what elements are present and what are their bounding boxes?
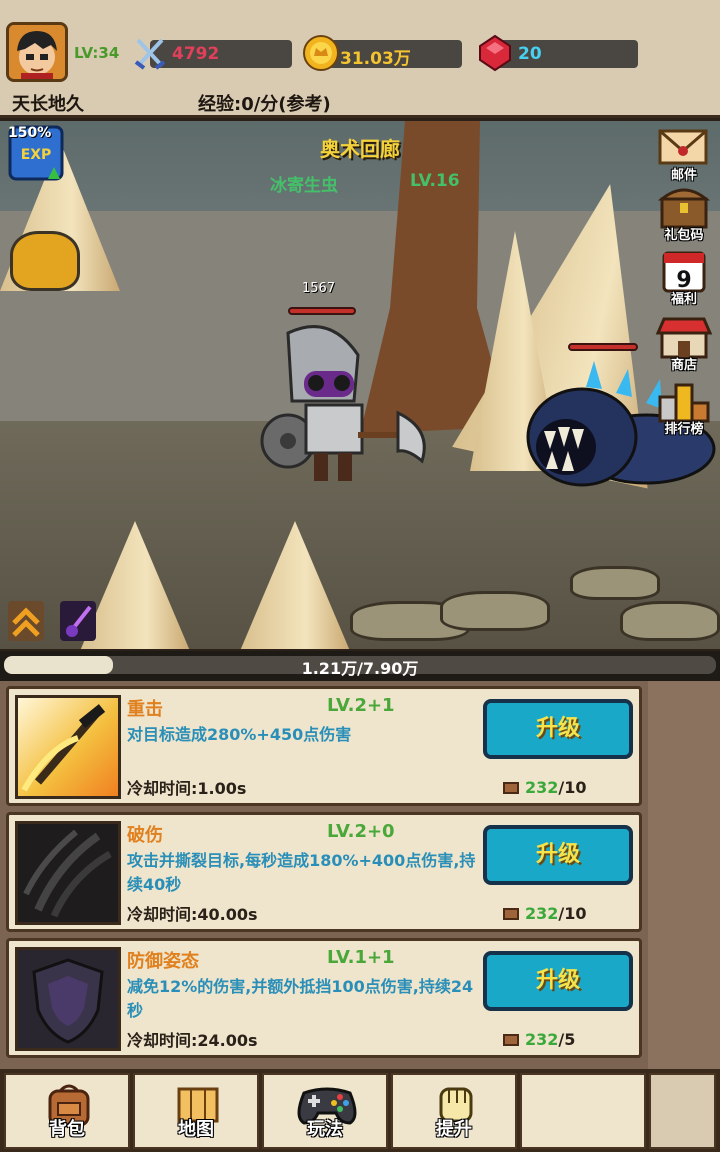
player-level: LV:34 xyxy=(74,44,120,62)
rank-chevron-icon[interactable] xyxy=(8,601,44,641)
svg-text:EXP: EXP xyxy=(21,147,52,163)
upgrade-button[interactable]: 升级 xyxy=(483,825,633,885)
claw-slash-icon xyxy=(23,829,112,918)
mail-icon xyxy=(658,129,708,165)
side-welfare-label: 福利 xyxy=(670,292,697,307)
skill-level: LV.2+0 xyxy=(327,821,395,842)
enemy-hp-bar xyxy=(568,343,638,351)
nav-upgrade-label: 提升 xyxy=(436,1119,472,1140)
skill-icon xyxy=(15,947,121,1051)
side-shop-label: 商店 xyxy=(670,358,697,373)
exp-boost-percent: 150% xyxy=(8,125,52,141)
cost-owned: 232 xyxy=(525,1030,559,1049)
skill-description: 对目标造成280%+450点伤害 xyxy=(127,725,352,744)
shield-icon xyxy=(32,958,104,1044)
side-leaderboard-label: 排行榜 xyxy=(664,422,704,437)
gift-chest-icon xyxy=(657,188,711,229)
skill-row-defensive-stance: 防御姿态 LV.1+1 减免12%的伤害,并额外抵挡100点伤害,持续24秒 冷… xyxy=(6,938,642,1058)
upgrade-cost: 232/10 xyxy=(503,778,587,797)
skill-name: 重击 xyxy=(127,699,163,720)
gold-value: 31.03万 xyxy=(340,49,411,69)
upgrade-cost: 232/10 xyxy=(503,904,587,923)
side-mail-label: 邮件 xyxy=(670,168,697,183)
calendar-icon: 9 xyxy=(662,251,706,293)
nav-empty-slot xyxy=(649,1073,716,1149)
skill-book-icon xyxy=(503,1034,519,1046)
rock xyxy=(620,601,720,641)
side-gift-code-label: 礼包码 xyxy=(664,228,704,243)
upgrade-button[interactable]: 升级 xyxy=(483,951,633,1011)
cost-owned: 232 xyxy=(525,904,559,923)
cost-required: /10 xyxy=(558,904,587,923)
upgrade-button[interactable]: 升级 xyxy=(483,699,633,759)
area-title: 奥术回廊 xyxy=(320,137,400,161)
treasure-barrel xyxy=(10,231,80,291)
rock xyxy=(570,566,660,600)
skill-description: 攻击并撕裂目标,每秒造成180%+400点伤害,持续40秒 xyxy=(127,851,476,894)
ruby-gem-icon[interactable] xyxy=(476,34,514,72)
stage-progress: 1.21万/7.90万 xyxy=(0,651,720,681)
skill-level: LV.1+1 xyxy=(327,947,395,968)
nav-upgrade-button[interactable]: 提升 xyxy=(391,1073,517,1149)
nav-gameplay-button[interactable]: 玩法 xyxy=(262,1073,388,1149)
shop-icon xyxy=(655,317,713,359)
skill-icon xyxy=(15,821,121,925)
exp-rate: 经验:0/分(参考) xyxy=(198,94,331,115)
skill-row-heavy-strike: 重击 LV.2+1 对目标造成280%+450点伤害 冷却时间:1.00s 升级… xyxy=(6,686,642,806)
player-hp-value: 1567 xyxy=(302,281,336,296)
enemy-name: 冰寄生虫 xyxy=(270,176,338,196)
skill-list-scroll-strip xyxy=(648,681,720,1069)
skill-name: 防御姿态 xyxy=(127,951,199,972)
skill-description: 减免12%的伤害,并额外抵挡100点伤害,持续24秒 xyxy=(127,977,474,1020)
rock xyxy=(440,591,550,631)
gold-coin-icon[interactable] xyxy=(302,34,340,72)
nav-backpack-label: 背包 xyxy=(49,1119,85,1140)
flaming-sword-icon xyxy=(21,704,106,792)
nav-map-label: 地图 xyxy=(178,1119,214,1140)
hero-portrait-icon xyxy=(9,25,65,79)
gem-value: 20 xyxy=(518,44,542,64)
nav-map-button[interactable]: 地图 xyxy=(133,1073,259,1149)
side-leaderboard-button[interactable]: 排行榜 xyxy=(654,379,714,437)
battle-scene: 奥术回廊 冰寄生虫 LV.16 EXP 150% 1567 邮件 礼包码 9 福… xyxy=(0,121,720,649)
cost-required: /10 xyxy=(558,778,587,797)
skill-book-icon xyxy=(503,908,519,920)
skill-cooldown: 冷却时间:1.00s xyxy=(127,779,247,798)
player-avatar[interactable] xyxy=(6,22,68,82)
nav-gameplay-label: 玩法 xyxy=(307,1119,343,1140)
crossed-swords-icon xyxy=(134,38,166,70)
bottom-navigation: 背包 地图 玩法 提升 xyxy=(0,1069,720,1152)
skill-row-rend: 破伤 LV.2+0 攻击并撕裂目标,每秒造成180%+400点伤害,持续40秒 … xyxy=(6,812,642,932)
nav-backpack-button[interactable]: 背包 xyxy=(4,1073,130,1149)
enemy-level: LV.16 xyxy=(410,171,460,191)
hero-knight-sprite xyxy=(260,325,426,481)
combat-power-value: 4792 xyxy=(172,44,220,64)
side-gift-code-button[interactable]: 礼包码 xyxy=(654,185,714,243)
side-welfare-button[interactable]: 9 福利 xyxy=(654,249,714,307)
player-hp-bar xyxy=(288,307,356,315)
cost-owned: 232 xyxy=(525,778,559,797)
player-name: 天长地久 xyxy=(12,94,84,115)
skill-cooldown: 冷却时间:24.00s xyxy=(127,1031,258,1050)
side-shop-button[interactable]: 商店 xyxy=(654,315,714,373)
nav-empty-slot xyxy=(520,1073,646,1149)
magic-sword-icon[interactable] xyxy=(60,601,96,641)
skill-cooldown: 冷却时间:40.00s xyxy=(127,905,258,924)
leaderboard-icon xyxy=(658,383,710,423)
cost-required: /5 xyxy=(558,1030,576,1049)
skill-icon xyxy=(15,695,121,799)
skill-level: LV.2+1 xyxy=(327,695,395,716)
stage-progress-text: 1.21万/7.90万 xyxy=(301,659,419,678)
skill-book-icon xyxy=(503,782,519,794)
upgrade-cost: 232/5 xyxy=(503,1030,575,1049)
top-status-bar: LV:34 4792 31.03万 20 天长地久 经验:0/分(参考) xyxy=(0,0,720,118)
side-mail-button[interactable]: 邮件 xyxy=(654,125,714,183)
skill-name: 破伤 xyxy=(127,825,163,846)
